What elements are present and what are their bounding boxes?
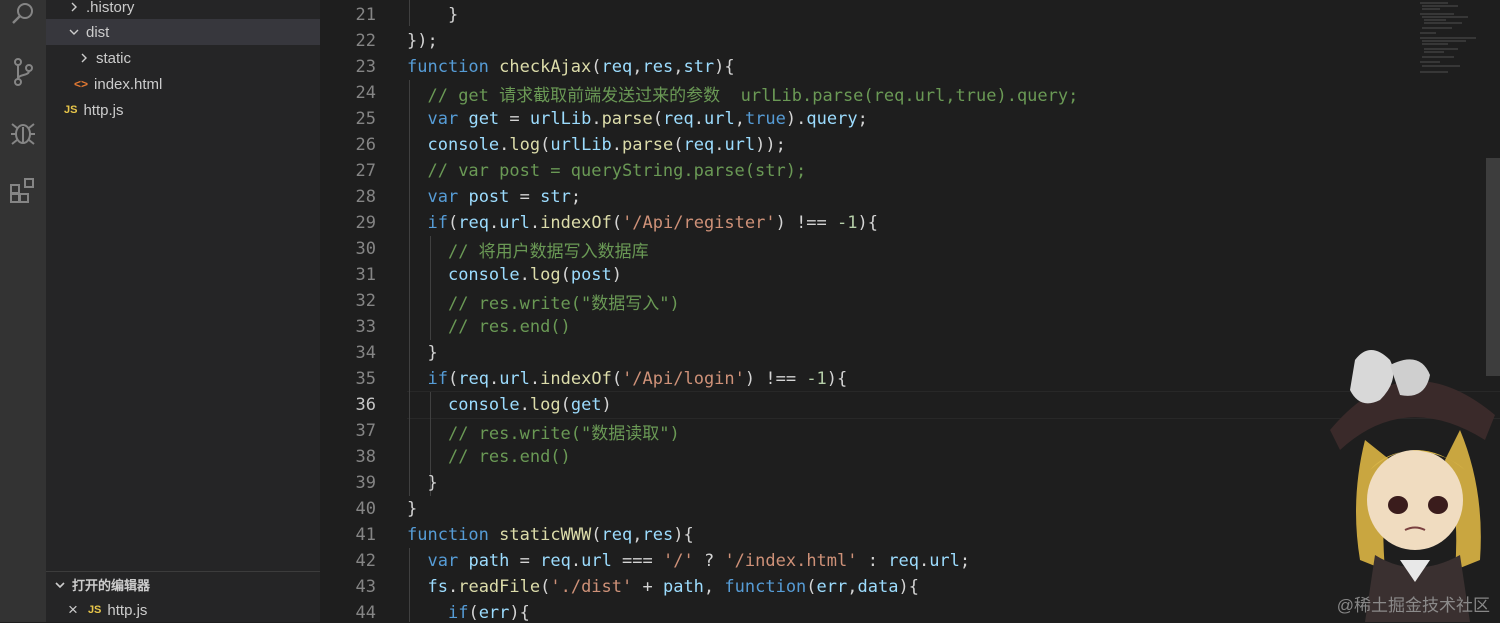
line-code: if(err){: [447, 603, 530, 622]
code-line[interactable]: 24 // get 请求截取前端发送过来的参数 urlLib.parse(req…: [320, 80, 1500, 106]
chevron-down-icon: [66, 24, 82, 40]
line-code: // 将用户数据写入数据库: [447, 241, 649, 262]
line-code: // res.end(): [447, 317, 571, 337]
line-number: 28: [355, 187, 376, 207]
explorer-sidebar: .history dist static <> index.html JS ht…: [46, 0, 340, 622]
line-number: 30: [355, 239, 376, 259]
code-line[interactable]: 25 var get = urlLib.parse(req.url,true).…: [320, 106, 1500, 132]
tree-item-dist-folder[interactable]: dist: [46, 19, 340, 45]
line-code: // res.end(): [447, 447, 571, 467]
line-number: 34: [355, 343, 376, 363]
line-number: 37: [355, 421, 376, 441]
line-code: }: [407, 499, 418, 519]
code-line[interactable]: 23 function checkAjax(req,res,str){: [320, 54, 1500, 80]
line-code: }: [407, 343, 438, 363]
tree-item-index-html[interactable]: <> index.html: [46, 71, 348, 97]
line-number: 40: [355, 499, 376, 519]
line-code: });: [407, 31, 438, 51]
code-line[interactable]: 28 var post = str;: [320, 184, 1500, 210]
extensions-icon[interactable]: [0, 170, 46, 210]
line-number: 29: [355, 213, 376, 233]
chevron-right-icon: [76, 50, 92, 66]
code-line[interactable]: 27 // var post = queryString.parse(str);: [320, 158, 1500, 184]
line-code: }: [407, 473, 438, 493]
line-code: function staticWWW(req,res){: [407, 525, 694, 545]
search-icon[interactable]: [0, 0, 46, 34]
tree-item-label: static: [96, 49, 132, 67]
code-line[interactable]: 30 // 将用户数据写入数据库: [320, 236, 1500, 262]
source-control-icon[interactable]: [0, 52, 46, 92]
line-code: }: [407, 5, 459, 25]
tree-item-history-folder[interactable]: .history: [46, 0, 340, 20]
js-file-icon: JS: [64, 104, 78, 116]
tree-item-label: dist: [86, 23, 110, 41]
line-number: 21: [355, 5, 376, 25]
tree-item-label: .history: [86, 0, 135, 16]
line-number: 23: [355, 57, 376, 77]
line-code: function checkAjax(req,res,str){: [407, 57, 735, 77]
line-code: console.log(post): [447, 265, 623, 285]
code-line[interactable]: 32 // res.write("数据写入"): [320, 288, 1500, 314]
line-number: 44: [355, 603, 376, 622]
line-number: 42: [355, 551, 376, 571]
tree-item-static-folder[interactable]: static: [46, 45, 350, 71]
line-code: var path = req.url === '/' ? '/index.htm…: [427, 551, 971, 571]
line-number: 31: [355, 265, 376, 285]
line-code: // res.write("数据写入"): [447, 293, 680, 314]
line-number: 41: [355, 525, 376, 545]
line-code: // get 请求截取前端发送过来的参数 urlLib.parse(req.ur…: [427, 85, 1079, 106]
watermark-text: @稀土掘金技术社区: [1336, 596, 1490, 615]
mascot-illustration: [1330, 350, 1495, 622]
line-number: 36: [355, 395, 376, 415]
chevron-down-icon: [52, 577, 68, 593]
line-code: var post = str;: [427, 187, 582, 207]
line-code: if(req.url.indexOf('/Api/register') !== …: [427, 213, 878, 233]
html-file-icon: <>: [74, 77, 89, 91]
line-number: 25: [355, 109, 376, 129]
line-number: 39: [355, 473, 376, 493]
line-code: console.log(urlLib.parse(req.url));: [427, 135, 786, 155]
line-number: 43: [355, 577, 376, 597]
line-code: var get = urlLib.parse(req.url,true).que…: [427, 109, 868, 129]
line-number: 38: [355, 447, 376, 467]
line-number: 24: [355, 83, 376, 103]
line-code: if(req.url.indexOf('/Api/login') !== -1)…: [427, 369, 848, 389]
open-editors-title: 打开的编辑器: [72, 578, 151, 593]
debug-icon[interactable]: [0, 112, 46, 152]
code-line[interactable]: 21 }: [320, 2, 1500, 28]
tree-item-label: http.js: [83, 101, 124, 119]
tree-item-http-js[interactable]: JS http.js: [46, 97, 338, 123]
js-file-icon: JS: [87, 604, 102, 616]
open-editor-label: http.js: [107, 601, 148, 619]
line-number: 22: [355, 31, 376, 51]
line-number: 26: [355, 135, 376, 155]
tree-item-label: index.html: [94, 75, 163, 93]
chevron-right-icon: [66, 0, 82, 15]
open-editor-item[interactable]: × JS http.js: [46, 597, 342, 623]
open-editors-header[interactable]: 打开的编辑器: [46, 571, 320, 597]
line-code: // var post = queryString.parse(str);: [427, 161, 807, 181]
code-line[interactable]: 31 console.log(post): [320, 262, 1500, 288]
line-number: 27: [355, 161, 376, 181]
line-code: fs.readFile('./dist' + path, function(er…: [427, 577, 919, 597]
line-number: 33: [355, 317, 376, 337]
activity-bar: [0, 0, 46, 622]
line-number: 32: [355, 291, 376, 311]
line-code: // res.write("数据读取"): [447, 423, 680, 444]
code-line[interactable]: 26 console.log(urlLib.parse(req.url));: [320, 132, 1500, 158]
line-code: console.log(get): [447, 395, 612, 415]
close-icon[interactable]: ×: [68, 600, 78, 620]
code-line[interactable]: 29 if(req.url.indexOf('/Api/register') !…: [320, 210, 1500, 236]
minimap[interactable]: [1418, 0, 1486, 90]
line-number: 35: [355, 369, 376, 389]
code-line[interactable]: 22});: [320, 28, 1500, 54]
